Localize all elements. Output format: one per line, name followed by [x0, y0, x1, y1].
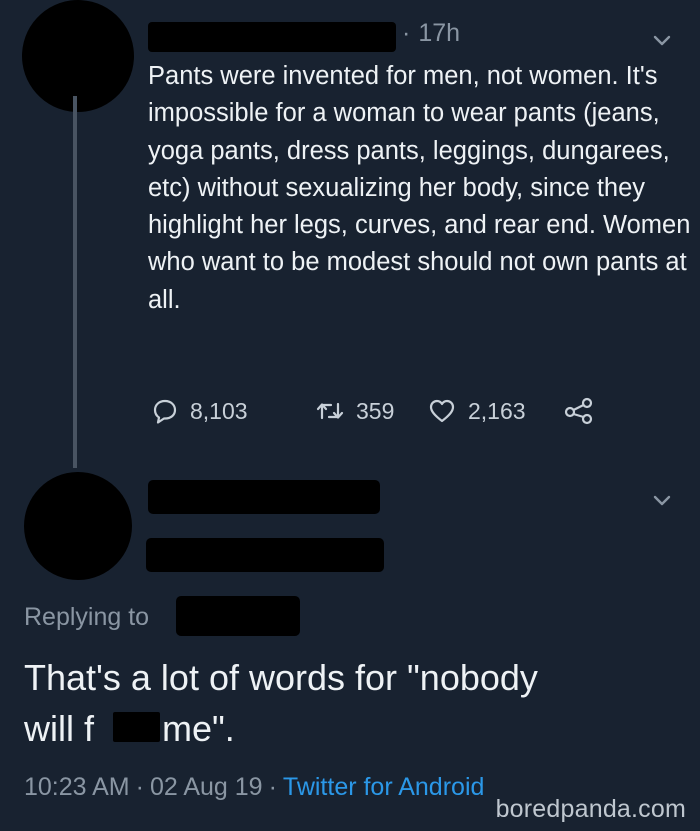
like-count: 2,163 [468, 397, 526, 424]
tweet-text: Pants were invented for men, not women. … [148, 62, 691, 314]
meta-separator: · [135, 773, 144, 801]
handle-redacted[interactable] [146, 538, 384, 572]
watermark: boredpanda.com [495, 795, 686, 823]
reply-time: 10:23 AM [24, 773, 130, 801]
retweet-button[interactable]: 359 [316, 396, 394, 426]
avatar-redacted[interactable] [13, 461, 143, 591]
tweet-timestamp[interactable]: 17h [402, 19, 460, 48]
replying-to-label: Replying to [24, 603, 150, 631]
like-icon [429, 399, 455, 423]
reply-text-line-1: That's a lot of words for "nobody [24, 657, 538, 698]
reply-icon [153, 399, 177, 424]
censor-bar [113, 712, 160, 742]
thread-connector-line [73, 96, 77, 468]
reply-date: 02 Aug 19 [149, 773, 263, 801]
meta-separator: · [268, 773, 277, 801]
reply-count: 8,103 [190, 397, 248, 424]
chevron-down-icon[interactable] [652, 30, 672, 50]
share-icon [564, 397, 593, 425]
reply-source-link[interactable]: Twitter for Android [283, 773, 484, 801]
tweet-meta: 10:23 AM · 02 Aug 19 · Twitter for Android [24, 773, 484, 802]
reply-button[interactable]: 8,103 [152, 396, 248, 426]
username-redacted[interactable] [148, 22, 396, 52]
replying-to-handle-redacted[interactable] [176, 596, 300, 636]
display-name-redacted[interactable] [148, 480, 380, 514]
like-button[interactable]: 2,163 [428, 396, 526, 426]
chevron-down-icon[interactable] [652, 490, 672, 510]
retweet-count: 359 [356, 397, 395, 424]
retweet-icon [316, 402, 344, 420]
avatar-redacted[interactable] [14, 0, 142, 120]
reply-text-line-2-start: will f [24, 708, 94, 749]
share-button[interactable] [564, 396, 594, 426]
